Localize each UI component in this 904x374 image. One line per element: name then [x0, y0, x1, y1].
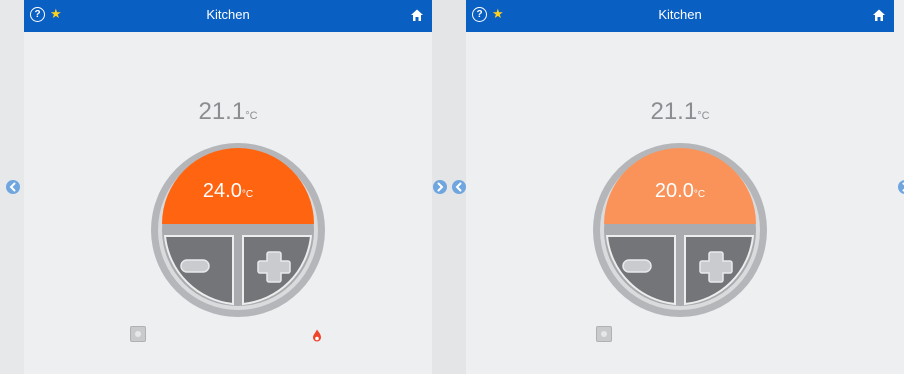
current-temperature: 21.1°C	[466, 98, 894, 126]
setpoint-temperature: 20.0°C	[466, 180, 894, 203]
next-arrow-icon[interactable]	[433, 180, 447, 194]
mode-button[interactable]	[596, 326, 612, 342]
current-temp-value: 21.1	[650, 98, 698, 125]
previous-arrow-icon[interactable]	[452, 180, 466, 194]
increase-button[interactable]	[243, 236, 311, 304]
setpoint-temperature: 24.0°C	[24, 180, 432, 203]
setpoint-value: 20.0	[654, 180, 694, 202]
current-temp-value: 21.1	[198, 98, 246, 125]
header-bar: ? ★ Kitchen	[24, 0, 432, 32]
mode-button[interactable]	[130, 326, 146, 342]
header-bar: ? ★ Kitchen	[466, 0, 894, 32]
flame-icon	[313, 329, 321, 342]
decrease-button[interactable]	[607, 236, 675, 304]
current-temperature: 21.1°C	[24, 98, 432, 126]
setpoint-value: 24.0	[202, 180, 242, 202]
home-icon[interactable]	[872, 8, 886, 22]
previous-arrow-icon[interactable]	[6, 180, 20, 194]
thermostat-panel-1: ? ★ Kitchen 21.1°C 24.0°C	[24, 0, 432, 374]
setpoint-unit: °C	[241, 189, 254, 200]
setpoint-unit: °C	[693, 189, 706, 200]
current-temp-unit: °C	[245, 110, 258, 122]
current-temp-unit: °C	[697, 110, 710, 122]
next-arrow-icon[interactable]	[898, 180, 904, 194]
room-title: Kitchen	[658, 7, 702, 22]
increase-button[interactable]	[685, 236, 753, 304]
decrease-button[interactable]	[165, 236, 233, 304]
room-title: Kitchen	[206, 7, 250, 22]
home-icon[interactable]	[410, 8, 424, 22]
thermostat-panel-2: ? ★ Kitchen 21.1°C 20.0°C	[466, 0, 904, 374]
